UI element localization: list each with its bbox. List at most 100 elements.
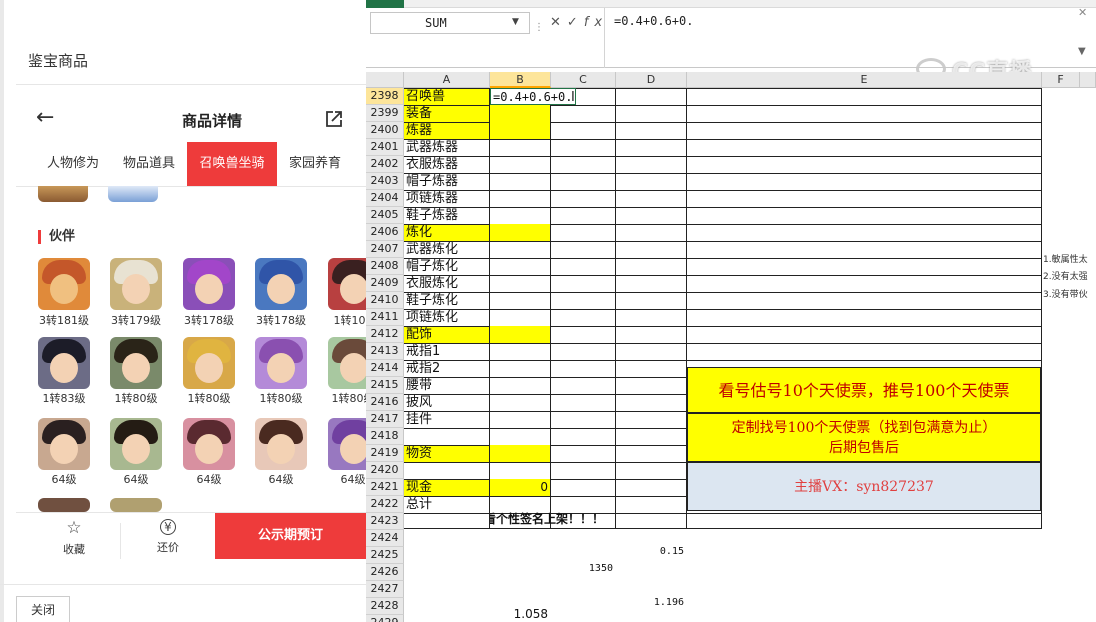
- row-header[interactable]: 2402: [366, 156, 404, 173]
- cell-a[interactable]: [404, 462, 489, 479]
- highlight-cell[interactable]: [490, 105, 550, 122]
- row-header[interactable]: 2412: [366, 326, 404, 343]
- cell-b2422[interactable]: 0: [490, 480, 548, 494]
- active-cell-editor[interactable]: =0.4+0.6+0.: [490, 88, 576, 105]
- close-button[interactable]: 关闭: [16, 596, 70, 622]
- cell-a[interactable]: 帽子炼化: [404, 258, 489, 275]
- row-header[interactable]: 2407: [366, 241, 404, 258]
- row-header[interactable]: 2419: [366, 445, 404, 462]
- cell-a[interactable]: [404, 615, 489, 622]
- cell-a[interactable]: 召唤兽: [404, 88, 489, 105]
- partner-avatar[interactable]: [38, 498, 90, 512]
- row-header[interactable]: 2420: [366, 462, 404, 479]
- row-header[interactable]: 2406: [366, 224, 404, 241]
- row-header[interactable]: 2398: [366, 88, 404, 105]
- row-header[interactable]: 2408: [366, 258, 404, 275]
- cell-a[interactable]: 披风: [404, 394, 489, 411]
- highlight-cell[interactable]: [490, 445, 550, 462]
- cell-a[interactable]: 衣服炼化: [404, 275, 489, 292]
- chevron-down-icon[interactable]: ▼: [512, 17, 519, 27]
- note-text[interactable]: 2.没有太强: [1043, 269, 1088, 282]
- cell-a[interactable]: 挂件: [404, 411, 489, 428]
- partner-avatar[interactable]: [328, 337, 366, 389]
- cell-a[interactable]: 物资: [404, 445, 489, 462]
- partner-avatar[interactable]: [110, 258, 162, 310]
- partner-avatar[interactable]: [110, 498, 162, 512]
- promo-banner-contact[interactable]: 主播VX：syn827237: [687, 462, 1041, 511]
- row-header[interactable]: 2427: [366, 581, 404, 598]
- cell-a[interactable]: 鞋子炼器: [404, 207, 489, 224]
- column-header-b[interactable]: B: [490, 72, 551, 88]
- row-header[interactable]: 2426: [366, 564, 404, 581]
- row-header[interactable]: 2424: [366, 530, 404, 547]
- highlight-cell[interactable]: [490, 224, 550, 241]
- confirm-icon[interactable]: ✓: [567, 15, 584, 30]
- row-header[interactable]: 2428: [366, 598, 404, 615]
- row-header[interactable]: 2416: [366, 394, 404, 411]
- note-text[interactable]: 3.没有带伙: [1043, 287, 1088, 300]
- row-header[interactable]: 2414: [366, 360, 404, 377]
- cell-a[interactable]: 炼化: [404, 224, 489, 241]
- cell-a[interactable]: 戒指2: [404, 360, 489, 377]
- partner-avatar[interactable]: [183, 258, 235, 310]
- partner-thumbnail[interactable]: [38, 186, 88, 202]
- note-text[interactable]: 1.敏属性太: [1043, 252, 1088, 265]
- row-header[interactable]: 2411: [366, 309, 404, 326]
- cell-a[interactable]: 总计: [404, 496, 489, 513]
- tab-summons-mounts[interactable]: 召唤兽坐骑: [187, 142, 277, 186]
- cell-a[interactable]: 炼器: [404, 122, 489, 139]
- column-header-f[interactable]: F: [1042, 72, 1080, 88]
- cell-c2427[interactable]: 1350: [551, 563, 613, 574]
- cell-a[interactable]: 帽子炼器: [404, 173, 489, 190]
- cell-a[interactable]: [404, 530, 489, 547]
- row-header[interactable]: 2425: [366, 547, 404, 564]
- row-header[interactable]: 2413: [366, 343, 404, 360]
- cell-a[interactable]: [404, 598, 489, 615]
- partner-avatar[interactable]: [38, 258, 90, 310]
- partner-avatar[interactable]: [255, 418, 307, 470]
- row-header[interactable]: 2421: [366, 479, 404, 496]
- partner-avatar[interactable]: [328, 258, 366, 310]
- column-header-c[interactable]: C: [551, 72, 616, 88]
- row-header[interactable]: 2405: [366, 207, 404, 224]
- promo-banner-custom[interactable]: 定制找号100个天使票（找到包满意为止） 后期包售后: [687, 413, 1041, 462]
- cell-a[interactable]: 项链炼器: [404, 190, 489, 207]
- row-header[interactable]: 2401: [366, 139, 404, 156]
- partner-avatar[interactable]: [183, 337, 235, 389]
- partner-avatar[interactable]: [110, 418, 162, 470]
- row-header[interactable]: 2410: [366, 292, 404, 309]
- partner-thumbnail[interactable]: [108, 186, 158, 202]
- cell-d2429[interactable]: 1.196: [616, 597, 684, 608]
- cell-b2430[interactable]: 1.058: [490, 607, 548, 621]
- cancel-icon[interactable]: ✕: [550, 15, 567, 30]
- row-header[interactable]: 2404: [366, 190, 404, 207]
- partner-avatar[interactable]: [38, 337, 90, 389]
- cell-a[interactable]: 装备: [404, 105, 489, 122]
- cell-d2426[interactable]: 0.15: [616, 546, 684, 557]
- cell-a[interactable]: 配饰: [404, 326, 489, 343]
- cell-a[interactable]: 现金: [404, 479, 489, 496]
- row-header[interactable]: 2423: [366, 513, 404, 530]
- tab-home[interactable]: 家园养育: [282, 142, 348, 186]
- cell-a[interactable]: 腰带: [404, 377, 489, 394]
- name-box[interactable]: SUM: [370, 12, 530, 34]
- column-header-e[interactable]: E: [687, 72, 1042, 88]
- back-arrow-icon[interactable]: ←: [36, 106, 60, 130]
- cell-a[interactable]: 项链炼化: [404, 309, 489, 326]
- cell-a[interactable]: [404, 547, 489, 564]
- partner-avatar[interactable]: [183, 418, 235, 470]
- tab-character[interactable]: 人物修为: [38, 142, 108, 186]
- partner-avatar[interactable]: [255, 258, 307, 310]
- row-header[interactable]: 2415: [366, 377, 404, 394]
- partner-avatar[interactable]: [328, 418, 366, 470]
- highlight-cell[interactable]: [490, 122, 550, 139]
- column-header-d[interactable]: D: [616, 72, 687, 88]
- select-all-corner[interactable]: [366, 72, 404, 88]
- cell-a[interactable]: [404, 428, 489, 445]
- row-header[interactable]: 2429: [366, 615, 404, 622]
- share-icon[interactable]: [324, 109, 344, 129]
- row-header[interactable]: 2422: [366, 496, 404, 513]
- row-header[interactable]: 2399: [366, 105, 404, 122]
- row-header[interactable]: 2403: [366, 173, 404, 190]
- row-header[interactable]: 2400: [366, 122, 404, 139]
